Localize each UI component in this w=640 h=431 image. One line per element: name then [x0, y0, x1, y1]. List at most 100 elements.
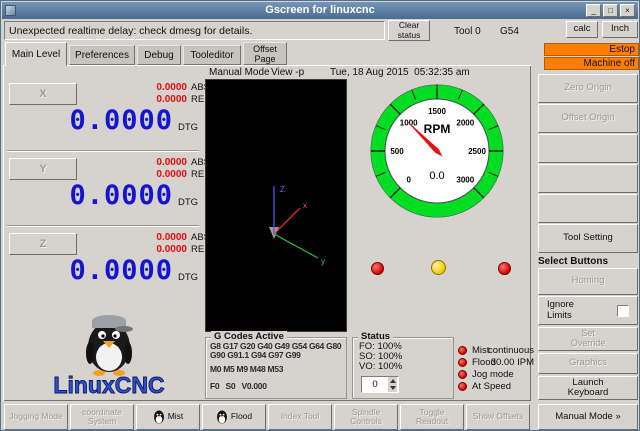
close-button[interactable]: × [620, 4, 635, 17]
status-frame: Status FO: 100% SO: 100% VO: 100% 0 [352, 337, 454, 399]
homing-label: Homing [572, 276, 605, 286]
blank-button-3[interactable] [538, 194, 638, 223]
ignore-limits-checkbox[interactable] [617, 305, 629, 317]
spindle-reverse-led [371, 262, 384, 275]
tool-setting-button[interactable]: Tool Setting [538, 224, 638, 253]
blank-button-1[interactable] [538, 134, 638, 163]
linuxcnc-logo: LinuxCNC [43, 311, 175, 399]
axis-z-button[interactable]: Z [9, 233, 77, 255]
axis-y-label: Y [39, 163, 46, 175]
dro-separator [7, 225, 199, 227]
y-dtg-label: DTG [178, 197, 198, 208]
estop-indicator[interactable]: Estop [544, 43, 639, 56]
flood-button[interactable]: Flood [202, 404, 266, 430]
ignore-limits-label: Ignore Limits [547, 300, 591, 321]
mist-indicator-value: continuous [456, 345, 534, 356]
gcodes-line-2: G90 G91.1 G94 G97 G99 [210, 350, 301, 360]
index-tool-button[interactable]: Index Tool [268, 404, 332, 430]
zero-origin-button[interactable]: Zero Origin [538, 74, 638, 103]
penguin-icon [153, 410, 165, 424]
offset-origin-button[interactable]: Offset Origin [538, 104, 638, 133]
y-dtg-value: 0.0000 [15, 182, 173, 209]
x-abs-value: 0.0000 [117, 82, 187, 93]
tab-main-level[interactable]: Main Level [5, 42, 67, 66]
axis-z-label: Z [40, 238, 47, 250]
tab-tooleditor[interactable]: Tooleditor [183, 45, 241, 65]
close-icon: × [625, 7, 630, 15]
calc-label: calc [574, 24, 591, 34]
clear-status-label: Clear status [393, 21, 425, 40]
coordinate-system-button[interactable]: coordinate System [70, 404, 134, 430]
tab-offset-page[interactable]: Offset Page [243, 42, 287, 65]
z-rel-value: 0.0000 [117, 244, 187, 255]
homing-button[interactable]: Homing [538, 268, 638, 295]
z-dtg-value: 0.0000 [15, 257, 173, 284]
maximize-button[interactable]: □ [603, 4, 618, 17]
spindle-controls-button[interactable]: Spindle Controls [334, 404, 398, 430]
window-title: Gscreen for linuxcnc [2, 2, 638, 19]
toggle-readout-label: Toggle Readout [405, 408, 459, 427]
jog-mode-indicator-label: Jog mode [472, 369, 514, 380]
x-axis-label: x [303, 201, 307, 210]
calc-button[interactable]: calc [566, 21, 598, 38]
set-override-button[interactable]: Set Override [538, 327, 638, 351]
blank-button-2[interactable] [538, 164, 638, 193]
title-bar[interactable]: Gscreen for linuxcnc _ □ × [2, 2, 638, 19]
minimize-icon: _ [591, 7, 595, 15]
spin-up-icon[interactable] [390, 379, 396, 383]
y-rel-value: 0.0000 [117, 169, 187, 180]
minimize-button[interactable]: _ [586, 4, 601, 17]
show-offsets-button[interactable]: Show Offsets [466, 404, 530, 430]
toggle-readout-button[interactable]: Toggle Readout [400, 404, 464, 430]
spinbox-steppers[interactable] [388, 377, 397, 392]
spin-down-icon[interactable] [390, 386, 396, 390]
datetime-label: Tue, 18 Aug 2015 05:32:35 am [330, 67, 470, 78]
machine-off-indicator[interactable]: Machine off [544, 57, 639, 70]
machine-off-label: Machine off [583, 58, 635, 69]
mcodes-line: M0 M5 M9 M48 M53 [210, 364, 283, 374]
app-window: Gscreen for linuxcnc _ □ × Unexpected re… [0, 0, 640, 431]
override-spinbox[interactable]: 0 [361, 376, 399, 393]
tool-number-label: Tool 0 [454, 26, 481, 37]
statusbar-message-frame: Unexpected realtime delay: check dmesg f… [4, 21, 385, 40]
linuxcnc-logo-text: LinuxCNC [53, 372, 164, 398]
axis-y-button[interactable]: Y [9, 158, 77, 180]
tab-preferences[interactable]: Preferences [69, 45, 135, 65]
z-abs-value: 0.0000 [117, 232, 187, 243]
flood-indicator-value: 30.00 IPM [456, 357, 534, 368]
graphics-button[interactable]: Graphics [538, 353, 638, 374]
maximize-icon: □ [608, 7, 613, 15]
view-label: View -p [271, 67, 304, 78]
velocity-override-label: VO: 100% [359, 361, 402, 372]
tab-offset-page-label: Offset Page [247, 44, 283, 64]
gcodes-frame: G Codes Active G8 G17 G20 G40 G49 G54 G6… [205, 337, 347, 399]
override-spinbox-value: 0 [362, 379, 388, 390]
tab-preferences-label: Preferences [75, 50, 129, 61]
zero-origin-label: Zero Origin [564, 83, 612, 93]
clear-status-button[interactable]: Clear status [388, 20, 430, 41]
rpm-gauge: 0 500 1000 1500 2000 2500 3000 RPM 0.0 [367, 81, 507, 221]
gauge-tick-500: 500 [390, 147, 404, 156]
set-override-label: Set Override [564, 329, 612, 349]
flood-button-label: Flood [231, 412, 252, 421]
jogging-mode-button[interactable]: Jogging Mode [4, 404, 68, 430]
gauge-tick-2000: 2000 [456, 119, 474, 128]
select-buttons-label: Select Buttons [538, 256, 608, 267]
manual-mode-button[interactable]: Manual Mode » [538, 404, 638, 430]
show-offsets-label: Show Offsets [471, 412, 525, 421]
z-dtg-label: DTG [178, 272, 198, 283]
mist-button-label: Mist [168, 412, 184, 421]
launch-keyboard-button[interactable]: Launch Keyboard [538, 376, 638, 400]
axes-gizmo: Z x y [206, 172, 346, 287]
mist-button[interactable]: Mist [136, 404, 200, 430]
ignore-limits-button[interactable]: Ignore Limits [538, 296, 638, 325]
axis-x-button[interactable]: X [9, 83, 77, 105]
units-button[interactable]: Inch [602, 21, 638, 38]
jog-mode-led [458, 370, 467, 379]
tab-debug-label: Debug [144, 50, 173, 61]
launch-keyboard-label: Launch Keyboard [560, 378, 616, 399]
statusbar-message: Unexpected realtime delay: check dmesg f… [9, 25, 252, 37]
tab-debug[interactable]: Debug [137, 45, 181, 65]
spindle-forward-led [498, 262, 511, 275]
gremlin-preview[interactable]: Z x y [205, 79, 347, 332]
